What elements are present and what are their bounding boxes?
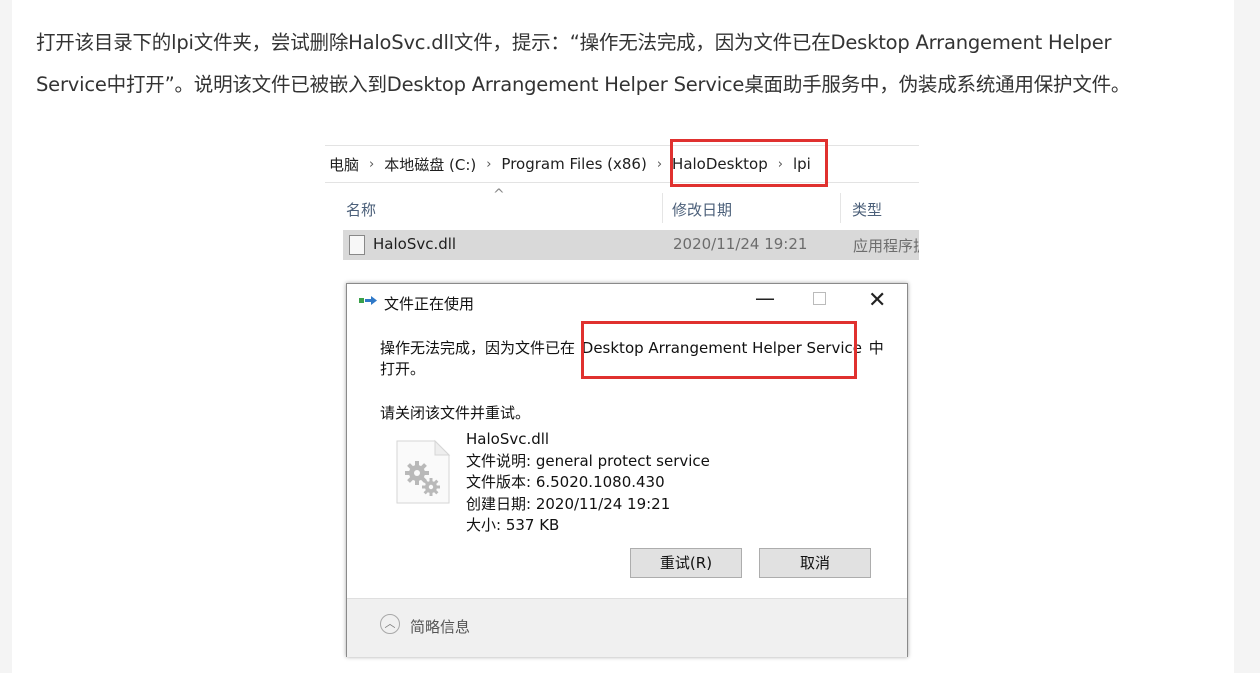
cancel-button[interactable]: 取消 <box>759 548 871 578</box>
file-in-use-dialog: 文件正在使用 — ✕ 操作无法完成，因为文件已在 Desktop Arrange… <box>346 283 908 657</box>
address-bar[interactable]: 电脑 › 本地磁盘 (C:) › Program Files (x86) › H… <box>325 145 919 183</box>
article-line-1: 打开该目录下的lpi文件夹，尝试删除HaloSvc.dll文件，提示：“操作无法… <box>36 31 1112 54</box>
breadcrumb-separator-icon: › <box>486 156 492 172</box>
article-paragraph: 打开该目录下的lpi文件夹，尝试删除HaloSvc.dll文件，提示：“操作无法… <box>36 22 1226 106</box>
minimize-button[interactable]: — <box>755 286 775 310</box>
column-header: ^ 名称 修改日期 类型 <box>325 187 919 227</box>
dialog-title-bar: 文件正在使用 — ✕ <box>347 284 907 320</box>
article-line-2: Service中打开”。说明该文件已被嵌入到Desktop Arrangemen… <box>36 73 1131 96</box>
chevron-up-icon[interactable]: ︿ <box>380 614 400 634</box>
column-modified[interactable]: 修改日期 <box>672 199 732 220</box>
detail-version: 文件版本: 6.5020.1080.430 <box>466 473 665 491</box>
file-details: HaloSvc.dll 文件说明: general protect servic… <box>466 429 710 537</box>
settings-file-icon <box>396 439 451 504</box>
column-divider[interactable] <box>662 193 663 223</box>
breadcrumb-separator-icon: › <box>656 156 663 172</box>
file-type: 应用程序扩 <box>853 237 919 255</box>
detail-size: 大小: 537 KB <box>466 516 560 534</box>
detail-created: 创建日期: 2020/11/24 19:21 <box>466 494 671 513</box>
breadcrumb-program-files[interactable]: Program Files (x86) <box>497 155 650 173</box>
dialog-footer: ︿ 简略信息 <box>347 598 907 657</box>
breadcrumb-separator-icon: › <box>369 156 375 172</box>
detail-file-name: HaloSvc.dll <box>466 430 550 448</box>
sort-caret-icon: ^ <box>493 187 505 203</box>
embedded-screenshot: 电脑 › 本地磁盘 (C:) › Program Files (x86) › H… <box>325 137 919 667</box>
file-row[interactable]: HaloSvc.dll 2020/11/24 19:21 应用程序扩 <box>343 230 919 260</box>
close-button[interactable]: ✕ <box>868 288 886 313</box>
retry-button[interactable]: 重试(R) <box>630 548 742 578</box>
path-highlight-box <box>670 139 828 187</box>
dialog-title: 文件正在使用 <box>384 295 475 313</box>
detail-description: 文件说明: general protect service <box>466 451 710 470</box>
dll-file-icon <box>349 235 365 255</box>
message-prefix: 操作无法完成，因为文件已在 <box>380 339 580 357</box>
column-name[interactable]: 名称 <box>346 199 376 220</box>
please-close-text: 请关闭该文件并重试。 <box>380 404 531 422</box>
breadcrumb-local-disk[interactable]: 本地磁盘 (C:) <box>380 154 480 175</box>
breadcrumb-computer[interactable]: 电脑 <box>325 154 363 175</box>
file-modified: 2020/11/24 19:21 <box>673 235 808 253</box>
brief-info-toggle[interactable]: 简略信息 <box>410 616 470 637</box>
column-type[interactable]: 类型 <box>852 199 882 220</box>
column-divider[interactable] <box>840 193 841 223</box>
maximize-button[interactable] <box>813 292 826 305</box>
file-name: HaloSvc.dll <box>373 235 457 253</box>
file-move-icon <box>359 296 377 305</box>
service-highlight-box <box>581 321 857 379</box>
message-suffix: 中 <box>863 339 884 357</box>
